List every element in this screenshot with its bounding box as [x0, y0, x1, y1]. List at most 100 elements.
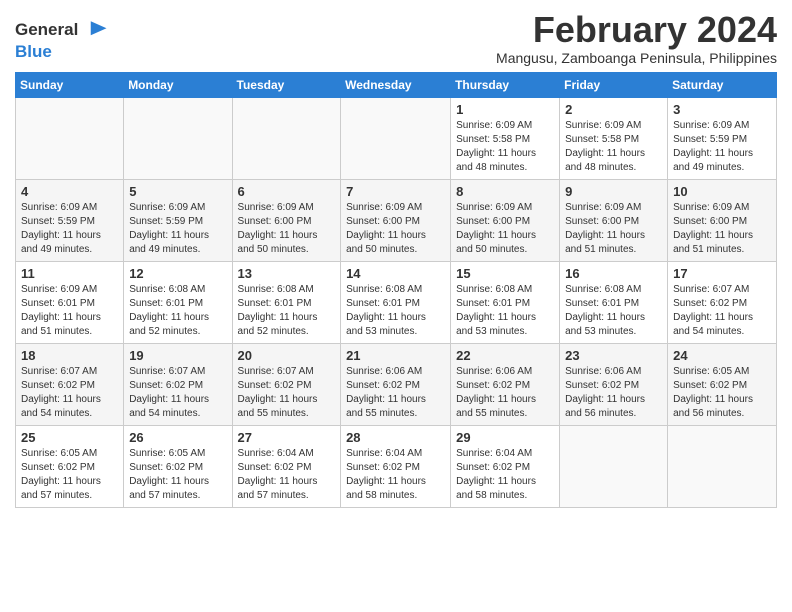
- day-cell: 18 Sunrise: 6:07 AM Sunset: 6:02 PM Dayli…: [16, 343, 124, 425]
- day-cell: 8 Sunrise: 6:09 AM Sunset: 6:00 PM Daylig…: [451, 179, 560, 261]
- day-info: Sunrise: 6:06 AM Sunset: 6:02 PM Dayligh…: [565, 365, 662, 421]
- day-cell: 9 Sunrise: 6:09 AM Sunset: 6:00 PM Daylig…: [560, 179, 668, 261]
- logo-icon: [82, 16, 110, 44]
- day-number: 21: [346, 348, 445, 363]
- month-title: February 2024: [496, 10, 777, 50]
- day-cell: 19Sunrise: 6:07 AM Sunset: 6:02 PM Dayli…: [124, 343, 232, 425]
- day-info: Sunrise: 6:09 AM Sunset: 6:00 PM Dayligh…: [456, 201, 554, 257]
- day-number: 25: [21, 430, 118, 445]
- day-info: Sunrise: 6:08 AM Sunset: 6:01 PM Dayligh…: [456, 283, 554, 339]
- day-info: Sunrise: 6:07 AM Sunset: 6:02 PM Dayligh…: [21, 365, 118, 421]
- day-number: 3: [673, 102, 771, 117]
- day-number: 8: [456, 184, 554, 199]
- day-info: Sunrise: 6:05 AM Sunset: 6:02 PM Dayligh…: [673, 365, 771, 421]
- day-info: Sunrise: 6:09 AM Sunset: 6:00 PM Dayligh…: [346, 201, 445, 257]
- day-info: Sunrise: 6:04 AM Sunset: 6:02 PM Dayligh…: [346, 447, 445, 503]
- header-cell-tuesday: Tuesday: [232, 72, 341, 97]
- day-cell: 14 Sunrise: 6:08 AM Sunset: 6:01 PM Dayli…: [341, 261, 451, 343]
- day-cell: 2 Sunrise: 6:09 AM Sunset: 5:58 PM Daylig…: [560, 97, 668, 179]
- week-row-1: 1 Sunrise: 6:09 AM Sunset: 5:58 PM Daylig…: [16, 97, 777, 179]
- day-cell: 15 Sunrise: 6:08 AM Sunset: 6:01 PM Dayli…: [451, 261, 560, 343]
- day-info: Sunrise: 6:09 AM Sunset: 5:58 PM Dayligh…: [456, 119, 554, 175]
- header-cell-sunday: Sunday: [16, 72, 124, 97]
- day-number: 22: [456, 348, 554, 363]
- header-row: SundayMondayTuesdayWednesdayThursdayFrid…: [16, 72, 777, 97]
- day-number: 16: [565, 266, 662, 281]
- day-info: Sunrise: 6:08 AM Sunset: 6:01 PM Dayligh…: [238, 283, 336, 339]
- day-cell: 1 Sunrise: 6:09 AM Sunset: 5:58 PM Daylig…: [451, 97, 560, 179]
- day-number: 11: [21, 266, 118, 281]
- day-cell: 25Sunrise: 6:05 AM Sunset: 6:02 PM Dayli…: [16, 425, 124, 507]
- day-cell: 6 Sunrise: 6:09 AM Sunset: 6:00 PM Daylig…: [232, 179, 341, 261]
- day-number: 23: [565, 348, 662, 363]
- day-info: Sunrise: 6:07 AM Sunset: 6:02 PM Dayligh…: [238, 365, 336, 421]
- day-cell: 29Sunrise: 6:04 AM Sunset: 6:02 PM Dayli…: [451, 425, 560, 507]
- day-number: 5: [129, 184, 226, 199]
- day-cell: 17 Sunrise: 6:07 AM Sunset: 6:02 PM Dayli…: [668, 261, 777, 343]
- day-info: Sunrise: 6:06 AM Sunset: 6:02 PM Dayligh…: [346, 365, 445, 421]
- day-number: 13: [238, 266, 336, 281]
- week-row-4: 18 Sunrise: 6:07 AM Sunset: 6:02 PM Dayli…: [16, 343, 777, 425]
- day-info: Sunrise: 6:08 AM Sunset: 6:01 PM Dayligh…: [129, 283, 226, 339]
- day-number: 14: [346, 266, 445, 281]
- day-cell: 23 Sunrise: 6:06 AM Sunset: 6:02 PM Dayli…: [560, 343, 668, 425]
- day-number: 17: [673, 266, 771, 281]
- day-cell: 20 Sunrise: 6:07 AM Sunset: 6:02 PM Dayli…: [232, 343, 341, 425]
- day-info: Sunrise: 6:09 AM Sunset: 5:59 PM Dayligh…: [129, 201, 226, 257]
- day-cell: 10 Sunrise: 6:09 AM Sunset: 6:00 PM Dayli…: [668, 179, 777, 261]
- day-number: 24: [673, 348, 771, 363]
- day-info: Sunrise: 6:08 AM Sunset: 6:01 PM Dayligh…: [565, 283, 662, 339]
- day-info: Sunrise: 6:09 AM Sunset: 5:58 PM Dayligh…: [565, 119, 662, 175]
- day-info: Sunrise: 6:09 AM Sunset: 5:59 PM Dayligh…: [673, 119, 771, 175]
- day-number: 20: [238, 348, 336, 363]
- day-cell: 21 Sunrise: 6:06 AM Sunset: 6:02 PM Dayli…: [341, 343, 451, 425]
- day-cell: 28 Sunrise: 6:04 AM Sunset: 6:02 PM Dayli…: [341, 425, 451, 507]
- day-number: 1: [456, 102, 554, 117]
- day-number: 6: [238, 184, 336, 199]
- header-cell-friday: Friday: [560, 72, 668, 97]
- day-number: 26: [129, 430, 226, 445]
- day-cell: 22 Sunrise: 6:06 AM Sunset: 6:02 PM Dayli…: [451, 343, 560, 425]
- day-cell: [560, 425, 668, 507]
- day-cell: [668, 425, 777, 507]
- logo: General Blue: [15, 16, 110, 62]
- day-number: 28: [346, 430, 445, 445]
- week-row-3: 11 Sunrise: 6:09 AM Sunset: 6:01 PM Dayli…: [16, 261, 777, 343]
- header-cell-wednesday: Wednesday: [341, 72, 451, 97]
- calendar-table: SundayMondayTuesdayWednesdayThursdayFrid…: [15, 72, 777, 508]
- day-info: Sunrise: 6:08 AM Sunset: 6:01 PM Dayligh…: [346, 283, 445, 339]
- day-cell: 13 Sunrise: 6:08 AM Sunset: 6:01 PM Dayli…: [232, 261, 341, 343]
- day-cell: [341, 97, 451, 179]
- location-subtitle: Mangusu, Zamboanga Peninsula, Philippine…: [496, 50, 777, 66]
- title-area: February 2024 Mangusu, Zamboanga Peninsu…: [496, 10, 777, 66]
- day-number: 19: [129, 348, 226, 363]
- week-row-5: 25 Sunrise: 6:05 AM Sunset: 6:02 PM Dayli…: [16, 425, 777, 507]
- day-info: Sunrise: 6:07 AM Sunset: 6:02 PM Dayligh…: [673, 283, 771, 339]
- day-cell: 3 Sunrise: 6:09 AM Sunset: 5:59 PM Daylig…: [668, 97, 777, 179]
- day-info: Sunrise: 6:09 AM Sunset: 6:00 PM Dayligh…: [565, 201, 662, 257]
- day-info: Sunrise: 6:05 AM Sunset: 6:02 PM Dayligh…: [129, 447, 226, 503]
- day-info: Sunrise: 6:09 AM Sunset: 6:00 PM Dayligh…: [238, 201, 336, 257]
- day-cell: [124, 97, 232, 179]
- day-number: 12: [129, 266, 226, 281]
- day-cell: 26 Sunrise: 6:05 AM Sunset: 6:02 PM Dayli…: [124, 425, 232, 507]
- day-cell: 5 Sunrise: 6:09 AM Sunset: 5:59 PM Daylig…: [124, 179, 232, 261]
- day-number: 7: [346, 184, 445, 199]
- day-info: Sunrise: 6:09 AM Sunset: 6:00 PM Dayligh…: [673, 201, 771, 257]
- day-cell: 27 Sunrise: 6:04 AM Sunset: 6:02 PM Dayli…: [232, 425, 341, 507]
- day-info: Sunrise: 6:04 AM Sunset: 6:02 PM Dayligh…: [456, 447, 554, 503]
- day-number: 27: [238, 430, 336, 445]
- day-number: 9: [565, 184, 662, 199]
- day-number: 4: [21, 184, 118, 199]
- day-cell: [16, 97, 124, 179]
- day-info: Sunrise: 6:06 AM Sunset: 6:02 PM Dayligh…: [456, 365, 554, 421]
- day-cell: [232, 97, 341, 179]
- day-cell: 12 Sunrise: 6:08 AM Sunset: 6:01 PM Dayli…: [124, 261, 232, 343]
- day-number: 2: [565, 102, 662, 117]
- day-cell: 16 Sunrise: 6:08 AM Sunset: 6:01 PM Dayli…: [560, 261, 668, 343]
- day-number: 10: [673, 184, 771, 199]
- day-info: Sunrise: 6:09 AM Sunset: 6:01 PM Dayligh…: [21, 283, 118, 339]
- day-number: 15: [456, 266, 554, 281]
- day-info: Sunrise: 6:04 AM Sunset: 6:02 PM Dayligh…: [238, 447, 336, 503]
- day-number: 18: [21, 348, 118, 363]
